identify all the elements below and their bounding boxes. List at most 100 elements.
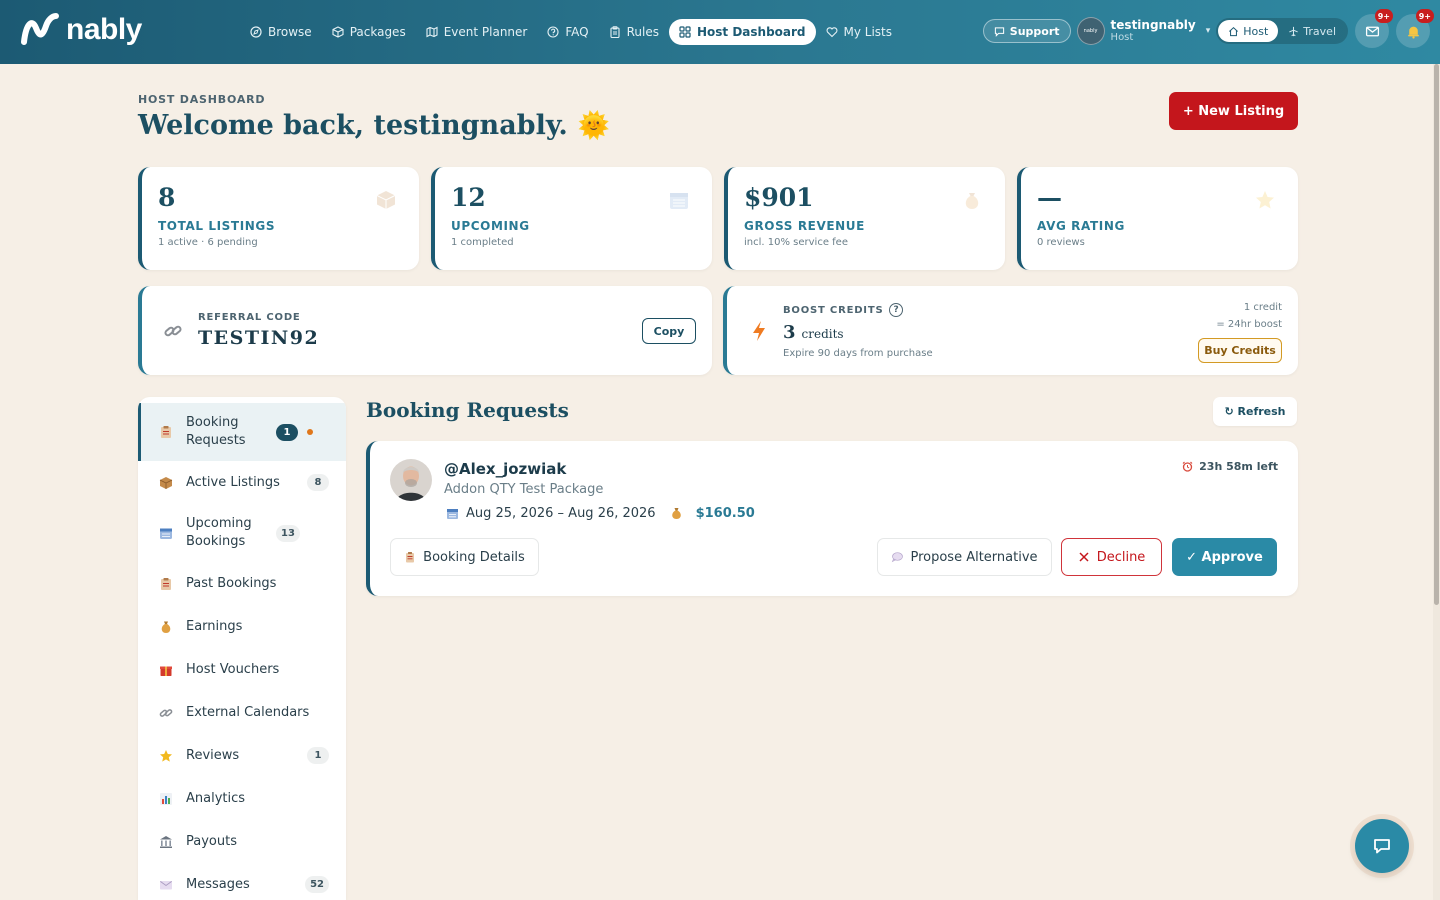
sidebar-item-upcoming-bookings[interactable]: Upcoming Bookings 13 bbox=[138, 504, 346, 562]
sidebar-item-label: Host Vouchers bbox=[186, 661, 280, 677]
star-icon bbox=[1256, 191, 1274, 209]
sidebar-item-label: External Calendars bbox=[186, 704, 310, 720]
referral-card: REFERRAL CODE TESTIN92 Copy bbox=[138, 286, 712, 375]
request-package-name: Addon QTY Test Package bbox=[444, 482, 604, 497]
scrollbar-thumb[interactable] bbox=[1434, 64, 1439, 605]
sidebar-item-label: Analytics bbox=[186, 790, 246, 806]
bell-icon bbox=[1407, 26, 1419, 39]
user-role: Host bbox=[1110, 32, 1134, 43]
notifications-button[interactable]: 9+ bbox=[1396, 9, 1434, 48]
messages-button[interactable]: 9+ bbox=[1355, 9, 1393, 48]
stat-label: UPCOMING bbox=[451, 219, 530, 233]
copy-button[interactable]: Copy bbox=[642, 318, 696, 344]
lightning-icon bbox=[753, 321, 765, 341]
boost-expiry-note: Expire 90 days from purchase bbox=[783, 348, 933, 359]
nav-event-planner[interactable]: Event Planner bbox=[416, 19, 538, 45]
count-badge: 13 bbox=[276, 524, 300, 542]
user-name: testingnably bbox=[1110, 18, 1196, 32]
bell-badge: 9+ bbox=[1415, 9, 1434, 23]
request-username[interactable]: @Alex_jozwiak bbox=[444, 460, 566, 478]
welcome-text: Welcome back, testingnably. bbox=[138, 110, 568, 141]
decline-button[interactable]: Decline bbox=[1061, 538, 1162, 576]
nav-label: My Lists bbox=[843, 25, 893, 39]
boost-credits-card: BOOST CREDITS ? 3 credits Expire 90 days… bbox=[723, 286, 1298, 375]
nav-packages[interactable]: Packages bbox=[322, 19, 416, 45]
nav-label: Rules bbox=[626, 25, 659, 39]
sidebar-item-booking-requests[interactable]: Booking Requests 1 bbox=[138, 403, 346, 461]
sidebar-item-past-bookings[interactable]: Past Bookings bbox=[138, 562, 346, 605]
user-info: testingnably Host bbox=[1111, 18, 1196, 44]
sidebar-item-payouts[interactable]: Payouts bbox=[138, 820, 346, 863]
refresh-button[interactable]: ↻ Refresh bbox=[1213, 397, 1297, 426]
referral-code: TESTIN92 bbox=[198, 327, 320, 349]
booking-details-button[interactable]: Booking Details bbox=[390, 538, 539, 576]
nav-faq[interactable]: FAQ bbox=[537, 19, 598, 45]
avatar: nably bbox=[1076, 17, 1105, 45]
sidebar-item-label: Reviews bbox=[186, 747, 240, 763]
propose-alternative-button[interactable]: Propose Alternative bbox=[877, 538, 1052, 576]
credit-unit: credits bbox=[801, 327, 844, 341]
grid-icon bbox=[679, 26, 691, 38]
approve-button[interactable]: ✓ Approve bbox=[1172, 538, 1277, 576]
bar-chart-icon bbox=[160, 792, 172, 805]
clipboard-icon bbox=[161, 577, 171, 590]
avatar bbox=[390, 459, 432, 501]
chat-launcher-button[interactable] bbox=[1355, 819, 1409, 873]
unread-dot bbox=[307, 429, 313, 435]
count-badge: 8 bbox=[307, 474, 329, 491]
map-icon bbox=[426, 26, 438, 38]
sidebar-item-earnings[interactable]: Earnings bbox=[138, 605, 346, 648]
new-listing-button[interactable]: + New Listing bbox=[1169, 92, 1298, 130]
home-icon bbox=[1229, 26, 1239, 36]
sidebar-item-reviews[interactable]: Reviews 1 bbox=[138, 734, 346, 777]
envelope-icon bbox=[160, 880, 172, 889]
boost-credit-count: 3 credits bbox=[783, 322, 844, 343]
stat-label: TOTAL LISTINGS bbox=[158, 219, 276, 233]
sidebar-item-analytics[interactable]: Analytics bbox=[138, 777, 346, 820]
mode-host[interactable]: Host bbox=[1218, 20, 1279, 42]
sidebar-item-label: Messages bbox=[186, 876, 250, 892]
mode-travel[interactable]: Travel bbox=[1278, 20, 1346, 42]
help-circle-icon bbox=[547, 26, 559, 38]
top-navigation-bar: nably Browse Packages Event Planner FAQ … bbox=[0, 0, 1440, 64]
booking-request-card: @Alex_jozwiak Addon QTY Test Package Aug… bbox=[366, 441, 1298, 596]
nav-rules[interactable]: Rules bbox=[599, 19, 669, 45]
nav-my-lists[interactable]: My Lists bbox=[816, 19, 903, 45]
stat-card-gross-revenue: $901 GROSS REVENUE incl. 10% service fee bbox=[724, 167, 1005, 270]
sidebar-item-messages[interactable]: Messages 52 bbox=[138, 863, 346, 900]
sidebar-item-external-calendars[interactable]: External Calendars bbox=[138, 691, 346, 734]
nav-right-group: Support nably testingnably Host ▾ Host T… bbox=[982, 9, 1434, 48]
nav-label: Event Planner bbox=[443, 25, 528, 39]
sidebar-item-host-vouchers[interactable]: Host Vouchers bbox=[138, 648, 346, 691]
section-title: Booking Requests bbox=[366, 398, 569, 422]
buy-credits-button[interactable]: Buy Credits bbox=[1198, 338, 1282, 363]
nav-label: Browse bbox=[268, 25, 312, 39]
boost-label-text: BOOST CREDITS bbox=[783, 304, 884, 316]
support-button[interactable]: Support bbox=[982, 19, 1071, 43]
calendar-icon bbox=[670, 193, 688, 209]
count-badge: 1 bbox=[276, 423, 298, 441]
sidebar-item-active-listings[interactable]: Active Listings 8 bbox=[138, 461, 346, 504]
referral-label: REFERRAL CODE bbox=[198, 312, 301, 323]
stat-sub: incl. 10% service fee bbox=[744, 237, 848, 248]
nav-host-dashboard[interactable]: Host Dashboard bbox=[668, 19, 816, 45]
stat-label: GROSS REVENUE bbox=[744, 219, 865, 233]
credit-number: 3 bbox=[783, 322, 796, 343]
support-label: Support bbox=[1009, 24, 1060, 38]
stat-sub: 0 reviews bbox=[1037, 237, 1085, 248]
bank-icon bbox=[160, 835, 172, 848]
sun-emoji-icon: 🌞 bbox=[577, 110, 611, 141]
envelope-icon bbox=[1365, 26, 1379, 36]
nav-browse[interactable]: Browse bbox=[240, 19, 322, 45]
sidebar-item-label: Past Bookings bbox=[186, 575, 277, 591]
help-icon[interactable]: ? bbox=[889, 303, 904, 317]
money-bag-icon bbox=[965, 193, 979, 209]
page-scrollbar[interactable] bbox=[1433, 64, 1440, 900]
box-icon bbox=[159, 476, 173, 489]
calendar-icon bbox=[160, 528, 172, 539]
user-menu[interactable]: nably testingnably Host ▾ bbox=[1076, 17, 1211, 45]
button-label: Booking Details bbox=[423, 549, 525, 565]
sidebar-item-label: Booking Requests bbox=[186, 415, 246, 448]
chevron-down-icon: ▾ bbox=[1205, 26, 1211, 36]
brand-logo[interactable]: nably bbox=[20, 12, 142, 48]
